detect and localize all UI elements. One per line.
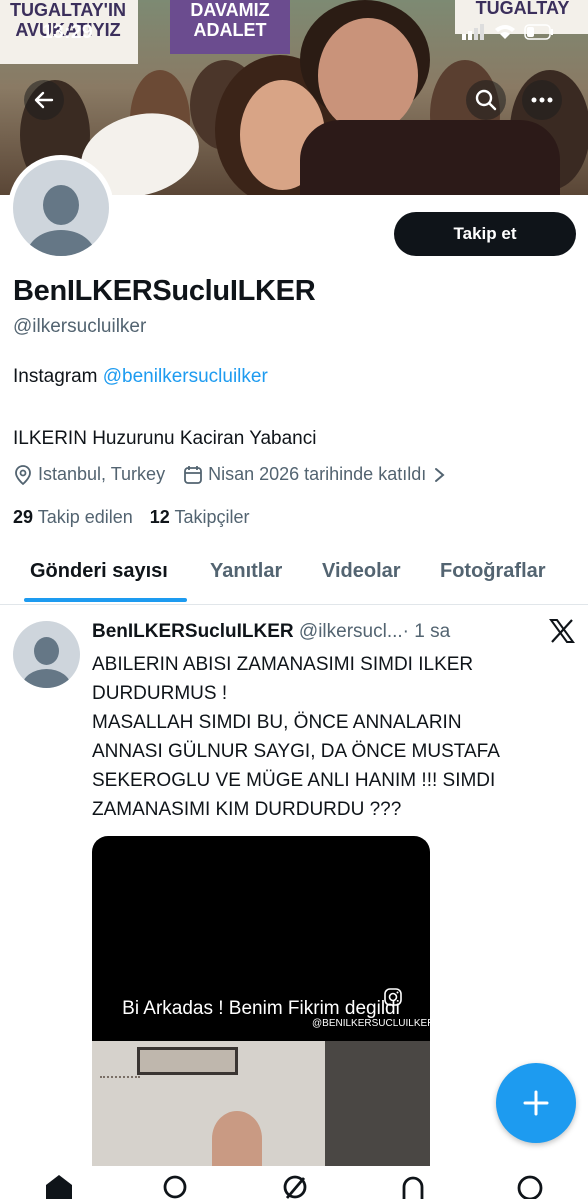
tweet-time: · 1 sa	[402, 621, 451, 642]
tab-posts[interactable]: Gönderi sayısı	[30, 560, 168, 583]
location-text: Istanbul, Turkey	[38, 464, 166, 484]
back-button[interactable]	[24, 80, 64, 120]
bio-prefix: Instagram	[13, 366, 103, 387]
bottom-nav	[0, 1168, 588, 1199]
followers-count: 12	[149, 507, 170, 527]
location-pin-icon	[15, 464, 31, 485]
messages-icon[interactable]	[514, 1174, 546, 1199]
tweet-author-name[interactable]: BenILKERSucluILKER	[92, 621, 294, 642]
back-arrow-icon	[34, 91, 54, 109]
search-icon	[475, 89, 497, 111]
grok-icon[interactable]	[280, 1174, 310, 1199]
tweet-text-line: ABILERIN ABISI ZAMANASIMI SIMDI ILKER	[92, 654, 474, 675]
profile-avatar[interactable]	[8, 155, 114, 261]
plus-icon	[523, 1090, 549, 1116]
username-handle: @ilkersucluilker	[13, 316, 147, 337]
more-icon	[531, 97, 553, 103]
x-logo-icon[interactable]	[549, 619, 575, 643]
tweet-text-line: SEKEROGLU VE MÜGE ANLI HANIM !!! SIMDI	[92, 770, 496, 791]
calendar-icon	[184, 465, 202, 484]
banner-sign-center-bottom: ADALET	[193, 20, 267, 40]
banner-man-face	[318, 18, 418, 133]
home-icon[interactable]	[44, 1174, 74, 1199]
tweet-text-line: ZAMANASIMI KIM DURDURDU ???	[92, 799, 402, 820]
search-button[interactable]	[466, 80, 506, 120]
profile-tabs: Gönderi sayısı Yanıtlar Videolar Fotoğra…	[0, 548, 588, 605]
bio-line-2: ILKERIN Huzurunu Kaciran Yabanci	[13, 428, 317, 449]
banner-sign-center-top: DAVAMIZ	[190, 0, 270, 20]
wifi-icon	[495, 25, 515, 39]
tab-videos[interactable]: Videolar	[322, 560, 401, 583]
compose-button[interactable]	[496, 1063, 576, 1143]
battery-icon	[524, 24, 553, 40]
bio-instagram-link[interactable]: @benilkersucluilker	[103, 366, 268, 387]
banner-sign-right-text: TUGALTAY	[475, 0, 570, 18]
follow-stats: 29 Takip edilen 12 Takipçiler	[13, 507, 250, 528]
tweet-media-video[interactable]: Bi Arkadas ! Benim Fikrim degildi @BENIL…	[92, 836, 430, 1166]
media-watermark: @BENILKERSUCLUILKER	[312, 1018, 430, 1029]
tweet-text-line: DURDURMUS !	[92, 683, 228, 704]
tweet-author-handle: @ilkersucl...	[298, 621, 403, 642]
following-count: 29	[13, 507, 34, 527]
bio-line-1: Instagram @benilkersucluilker	[13, 366, 268, 388]
banner-sign-center: DAVAMIZ ADALET	[170, 0, 290, 54]
signal-icon	[462, 24, 484, 40]
tweet-text: ABILERIN ABISI ZAMANASIMI SIMDI ILKER DU…	[92, 650, 572, 824]
follow-button[interactable]: Takip et	[394, 212, 576, 256]
tweet-text-line: ANNASI GÜLNUR SAYGI, DA ÖNCE MUSTAFA	[92, 741, 500, 762]
default-avatar-icon	[13, 160, 109, 256]
tab-photos[interactable]: Fotoğraflar	[440, 560, 546, 583]
tweet-text-line: MASALLAH SIMDI BU, ÖNCE ANNALARIN	[92, 712, 462, 733]
media-caption: Bi Arkadas ! Benim Fikrim degildi	[122, 998, 400, 1019]
notifications-icon[interactable]	[398, 1174, 428, 1199]
followers-label: Takipçiler	[174, 507, 250, 527]
more-button[interactable]	[522, 80, 562, 120]
media-dark-panel	[325, 1041, 430, 1166]
following-label: Takip edilen	[37, 507, 133, 527]
tweet-avatar[interactable]	[13, 621, 80, 688]
search-nav-icon[interactable]	[160, 1174, 190, 1199]
tweet-header: BenILKERSucluILKER @ilkersucl...· 1 sa	[92, 621, 512, 643]
chevron-right-icon[interactable]	[432, 467, 446, 483]
active-tab-indicator	[24, 598, 187, 602]
status-time: 13:29	[42, 22, 94, 43]
followers-link[interactable]: 12 Takipçiler	[150, 507, 250, 527]
status-icons	[462, 24, 554, 40]
profile-meta: Istanbul, Turkey Nisan 2026 tarihinde ka…	[13, 464, 451, 485]
banner-man-jacket	[300, 120, 560, 195]
joined-text: Nisan 2026 tarihinde katıldı	[208, 464, 427, 484]
display-name: BenILKERSucluILKER	[13, 275, 316, 307]
instagram-icon	[384, 988, 402, 1006]
following-link[interactable]: 29 Takip edilen	[13, 507, 133, 527]
tab-replies[interactable]: Yanıtlar	[210, 560, 282, 583]
